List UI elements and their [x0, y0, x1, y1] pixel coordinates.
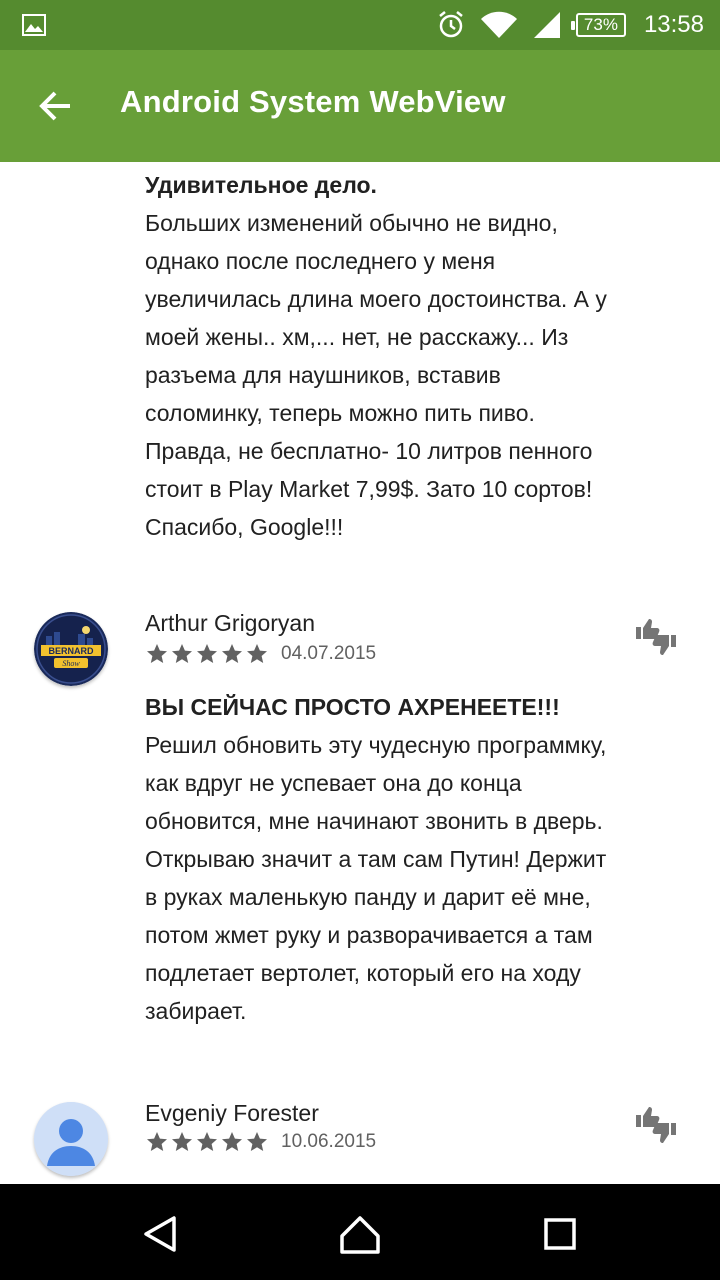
review-line: потом жмет руку и разворачивается а там: [145, 922, 593, 948]
review-line: Открываю значит а там сам Путин! Держит: [145, 846, 607, 872]
review-line: однако после последнего у меня: [145, 248, 496, 274]
default-avatar-icon: [34, 1102, 108, 1176]
star-rating: [145, 642, 269, 666]
review-line: моей жены.. хм,... нет, не расскажу... И…: [145, 324, 569, 350]
navigation-bar: [0, 1184, 720, 1280]
nav-recents-icon: [544, 1218, 576, 1250]
review-line: Правда, не бесплатно- 10 литров пенного: [145, 438, 593, 464]
review-line: Больших изменений обычно не видно,: [145, 210, 558, 236]
review-line: Спасибо, Google!!!: [145, 514, 344, 540]
review-line: как вдруг не успевает она до конца: [145, 770, 522, 796]
battery-level: 73%: [583, 15, 618, 34]
review-date: 10.06.2015: [281, 1131, 377, 1152]
thumbs-up-down-icon: [636, 619, 676, 655]
arrow-back-icon: [39, 91, 70, 121]
avatar[interactable]: BERNARD Show: [34, 612, 108, 686]
nav-home-button[interactable]: [338, 1212, 382, 1256]
helpful-vote-button[interactable]: [634, 1105, 678, 1145]
app-bar: Android System WebView: [0, 50, 720, 162]
review-author: Arthur Grigoryan: [145, 610, 316, 636]
back-button[interactable]: [28, 78, 84, 134]
image-notification-icon: [22, 14, 46, 36]
nav-back-button[interactable]: [138, 1212, 182, 1256]
battery-icon: 73%: [570, 13, 626, 37]
page-title: Android System WebView: [120, 84, 506, 119]
alarm-icon: [439, 11, 463, 38]
review-line: стоит в Play Market 7,99$. Зато 10 сорто…: [145, 476, 593, 502]
star-icon: [147, 644, 167, 663]
star-icon: [172, 1132, 192, 1151]
bernard-show-logo: BERNARD Show: [34, 612, 108, 686]
review-line: забирает.: [145, 998, 247, 1024]
review-line: Решил обновить эту чудесную программку,: [145, 732, 607, 758]
wifi-icon: [480, 11, 517, 39]
status-bar: 73% 13:58: [0, 0, 720, 50]
review-date: 04.07.2015: [281, 643, 377, 664]
star-icon: [197, 644, 217, 663]
star-icon: [247, 1132, 267, 1151]
review-author: Evgeniy Forester: [145, 1100, 319, 1126]
nav-home-icon: [340, 1216, 380, 1254]
star-icon: [172, 644, 192, 663]
status-time: 13:58: [643, 11, 704, 38]
review-body: Удивительное дело. Больших изменений обы…: [145, 166, 665, 546]
review-line: соломинку, теперь можно пить пиво.: [145, 400, 535, 426]
logo-text-bottom: Show: [62, 659, 80, 668]
review-title: Удивительное дело.: [145, 172, 377, 198]
nav-recents-button[interactable]: [538, 1212, 582, 1256]
star-icon: [222, 644, 242, 663]
star-icon: [222, 1132, 242, 1151]
review-line: обновится, мне начинают звонить в дверь.: [145, 808, 603, 834]
nav-back-icon: [144, 1216, 176, 1252]
thumbs-up-down-icon: [636, 1107, 676, 1143]
review-line: разъема для наушников, вставив: [145, 362, 501, 388]
avatar[interactable]: [34, 1102, 108, 1176]
star-icon: [197, 1132, 217, 1151]
logo-text-top: BERNARD: [49, 646, 95, 656]
review-line: увеличилась длина моего достоинства. А у: [145, 286, 607, 312]
rating-row: 10.06.2015: [145, 1130, 376, 1154]
star-icon: [247, 644, 267, 663]
star-rating: [145, 1130, 269, 1154]
helpful-vote-button[interactable]: [634, 617, 678, 657]
review-title: ВЫ СЕЙЧАС ПРОСТО АХРЕНЕЕТЕ!!!: [145, 694, 560, 720]
star-icon: [147, 1132, 167, 1151]
rating-row: 04.07.2015: [145, 642, 376, 666]
review-body: ВЫ СЕЙЧАС ПРОСТО АХРЕНЕЕТЕ!!! Решил обно…: [145, 688, 665, 1030]
review-line: в руках маленькую панду и дарит её мне,: [145, 884, 591, 910]
signal-icon: [533, 12, 560, 38]
review-line: подлетает вертолет, который его на ходу: [145, 960, 581, 986]
reviews-list[interactable]: Удивительное дело. Больших изменений обы…: [0, 162, 720, 1184]
